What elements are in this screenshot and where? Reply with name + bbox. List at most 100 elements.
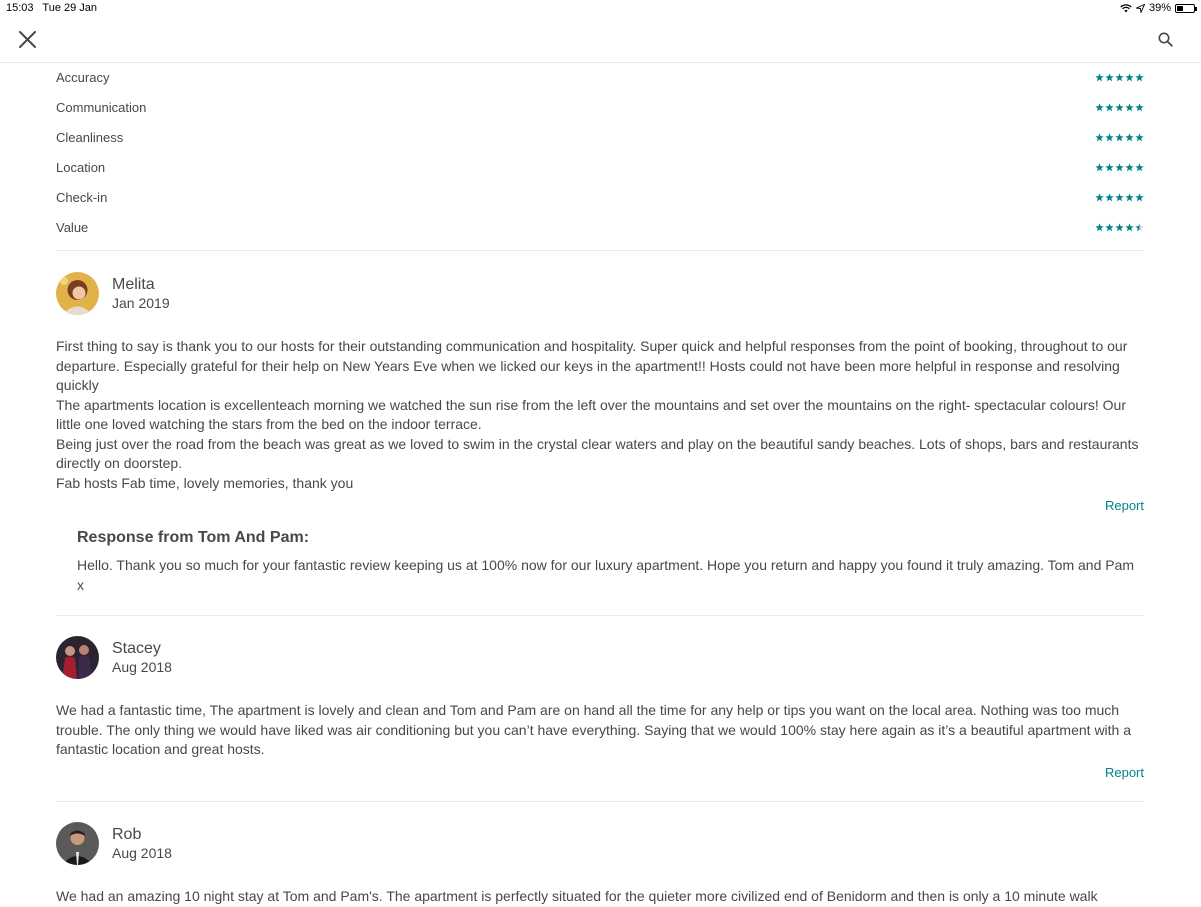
star-rating xyxy=(1095,162,1144,172)
star-half-icon xyxy=(1135,222,1144,231)
star-full-icon xyxy=(1115,102,1124,111)
star-full-icon xyxy=(1135,132,1144,141)
star-full-icon xyxy=(1105,222,1114,231)
star-full-icon xyxy=(1115,72,1124,81)
star-full-icon xyxy=(1105,162,1114,171)
avatar-image xyxy=(56,822,99,865)
rating-label: Location xyxy=(56,159,106,175)
response-title: Response from Tom And Pam: xyxy=(77,529,310,546)
report-link[interactable]: Report xyxy=(1105,765,1144,780)
review-rob: Rob Aug 2018 We had an amazing 10 night … xyxy=(56,822,1144,907)
report-link[interactable]: Report xyxy=(1105,498,1144,513)
review-meta: Rob Aug 2018 xyxy=(112,825,172,863)
star-rating xyxy=(1095,192,1144,202)
star-full-icon xyxy=(1125,162,1134,171)
status-date: Tue 29 Jan xyxy=(42,2,98,14)
status-bar: 15:03 Tue 29 Jan 39% xyxy=(0,0,1201,18)
star-full-icon xyxy=(1135,102,1144,111)
star-rating xyxy=(1095,222,1144,232)
avatar-image xyxy=(56,636,99,679)
review-date: Jan 2019 xyxy=(112,294,170,311)
battery-icon xyxy=(1175,3,1197,13)
review-text: We had an amazing 10 night stay at Tom a… xyxy=(56,887,1144,907)
close-button[interactable] xyxy=(14,26,40,52)
star-full-icon xyxy=(1095,162,1104,171)
review-paragraph: First thing to say is thank you to our h… xyxy=(56,338,1128,393)
status-time: 15:03 xyxy=(6,2,34,14)
wifi-icon xyxy=(1120,3,1132,12)
rating-row: Communication xyxy=(56,92,1144,122)
review-header: Stacey Aug 2018 xyxy=(56,636,1144,679)
review-melita: Melita Jan 2019 First thing to say is th… xyxy=(56,272,1144,493)
rating-label: Value xyxy=(56,219,89,235)
review-header: Melita Jan 2019 xyxy=(56,272,1144,315)
star-full-icon xyxy=(1125,222,1134,231)
star-rating xyxy=(1095,102,1144,112)
rating-label: Accuracy xyxy=(56,69,110,85)
top-nav-bar xyxy=(0,18,1201,63)
avatar[interactable] xyxy=(56,272,99,315)
rating-label: Communication xyxy=(56,99,147,115)
star-full-icon xyxy=(1125,192,1134,201)
star-full-icon xyxy=(1105,72,1114,81)
star-full-icon xyxy=(1105,102,1114,111)
star-full-icon xyxy=(1115,132,1124,141)
star-full-icon xyxy=(1095,72,1104,81)
star-full-icon xyxy=(1125,132,1134,141)
divider xyxy=(56,801,1144,802)
review-paragraph: Being just over the road from the beach … xyxy=(56,435,1139,472)
avatar[interactable] xyxy=(56,636,99,679)
star-full-icon xyxy=(1115,162,1124,171)
star-full-icon xyxy=(1115,222,1124,231)
review-text: First thing to say is thank you to our h… xyxy=(56,337,1144,493)
star-full-icon xyxy=(1095,192,1104,201)
category-ratings: Accuracy Communication Cleanliness Locat… xyxy=(56,62,1144,242)
avatar[interactable] xyxy=(56,822,99,865)
search-button[interactable] xyxy=(1153,27,1177,51)
status-left: 15:03 Tue 29 Jan xyxy=(6,2,103,14)
rating-row: Location xyxy=(56,152,1144,182)
rating-row: Value xyxy=(56,212,1144,242)
divider xyxy=(56,615,1144,616)
review-stacey: Stacey Aug 2018 We had a fantastic time,… xyxy=(56,636,1144,760)
reviewer-name[interactable]: Stacey xyxy=(112,639,172,658)
star-full-icon xyxy=(1095,222,1104,231)
star-full-icon xyxy=(1125,72,1134,81)
reviewer-name[interactable]: Rob xyxy=(112,825,172,844)
review-meta: Melita Jan 2019 xyxy=(112,275,170,313)
divider xyxy=(56,250,1144,251)
rating-row: Accuracy xyxy=(56,62,1144,92)
review-meta: Stacey Aug 2018 xyxy=(112,639,172,677)
review-text: We had a fantastic time, The apartment i… xyxy=(56,701,1144,760)
battery-level xyxy=(1177,5,1183,11)
review-paragraph: We had a fantastic time, The apartment i… xyxy=(56,702,1132,757)
review-paragraph: Fab hosts Fab time, lovely memories, tha… xyxy=(56,474,354,491)
rating-label: Cleanliness xyxy=(56,129,124,145)
battery-percent: 39% xyxy=(1148,2,1171,14)
close-icon xyxy=(18,30,36,48)
response-text: Hello. Thank you so much for your fantas… xyxy=(77,557,1135,593)
star-full-icon xyxy=(1115,192,1124,201)
rating-row: Check-in xyxy=(56,182,1144,212)
star-full-icon xyxy=(1095,132,1104,141)
review-header: Rob Aug 2018 xyxy=(56,822,1144,865)
status-right: 39% xyxy=(1120,2,1197,14)
star-full-icon xyxy=(1135,192,1144,201)
star-full-icon xyxy=(1095,102,1104,111)
star-full-icon xyxy=(1135,72,1144,81)
star-full-icon xyxy=(1125,102,1134,111)
rating-label: Check-in xyxy=(56,189,108,205)
star-full-icon xyxy=(1135,162,1144,171)
rating-row: Cleanliness xyxy=(56,122,1144,152)
star-full-icon xyxy=(1105,132,1114,141)
review-paragraph: The apartments location is excellenteach… xyxy=(56,396,1127,433)
star-full-icon xyxy=(1105,192,1114,201)
star-rating xyxy=(1095,132,1144,142)
search-icon xyxy=(1158,32,1173,47)
review-date: Aug 2018 xyxy=(112,658,172,675)
host-response: Response from Tom And Pam: Hello. Thank … xyxy=(77,528,1144,595)
avatar-image xyxy=(56,272,99,315)
review-paragraph: We had an amazing 10 night stay at Tom a… xyxy=(56,888,1098,904)
location-arrow-icon xyxy=(1135,3,1145,13)
reviewer-name[interactable]: Melita xyxy=(112,275,170,294)
